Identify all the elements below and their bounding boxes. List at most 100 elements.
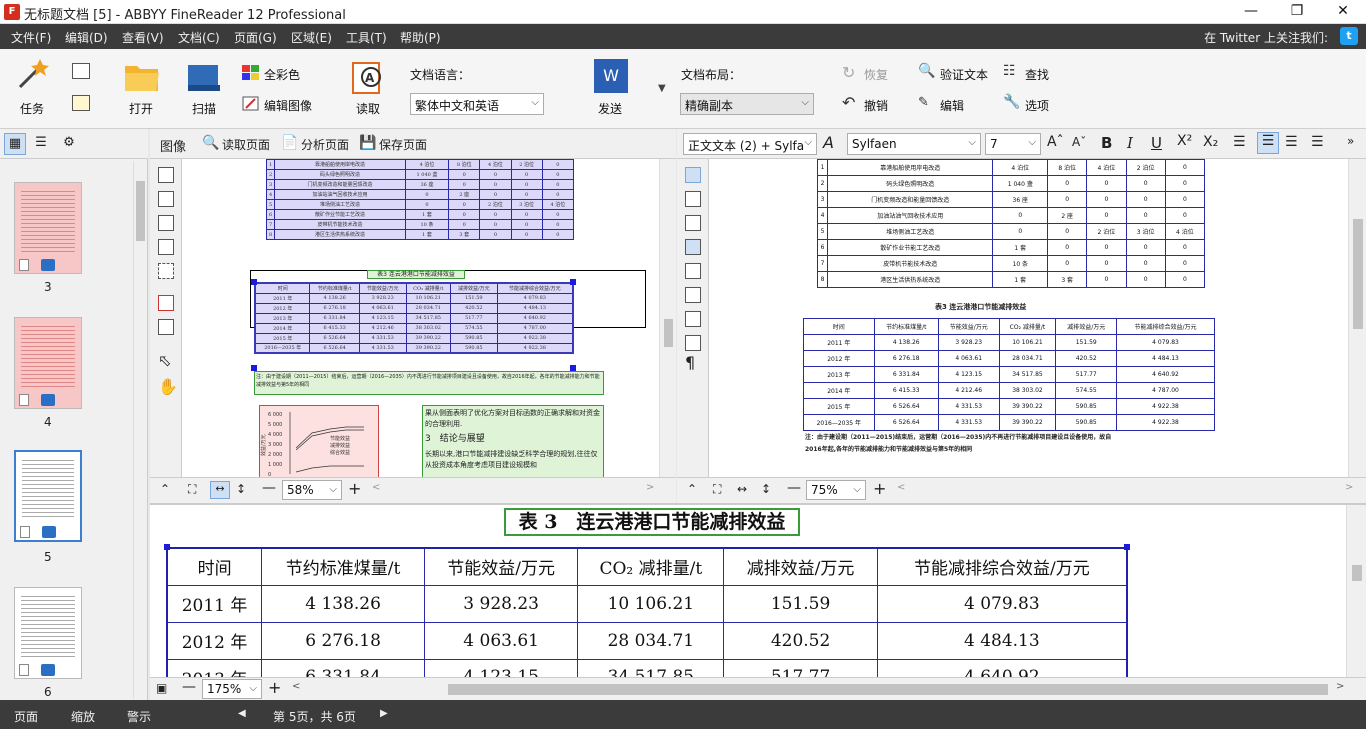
find-label[interactable]: 查找: [1025, 66, 1049, 83]
zoom-out-icon[interactable]: —: [182, 679, 196, 695]
text-area-icon[interactable]: [158, 167, 174, 183]
collapse-icon[interactable]: ⌃: [160, 482, 170, 496]
style-editor-icon[interactable]: A: [823, 133, 834, 152]
table-area-image[interactable]: 时间 节约标准煤量/t 节能效益/万元 CO₂ 减排量/t 减排效益/万元 节能减排综合效…: [254, 282, 574, 354]
bold-icon[interactable]: B: [1101, 134, 1112, 152]
warnings-tab[interactable]: 警示: [127, 708, 151, 725]
table-caption-area[interactable]: 表3 连云港港口节能减排效益: [367, 270, 465, 279]
scroll-left-icon[interactable]: <: [897, 482, 905, 493]
delete-area-icon[interactable]: [158, 295, 174, 311]
pointer-icon[interactable]: ⬁: [158, 351, 171, 370]
paragraph-area[interactable]: 果从侧面表明了优化方案对目标函数的正确求解和对资金的合理利用. 3 结论与展望 …: [422, 405, 604, 477]
edit-icon[interactable]: ✎: [918, 95, 929, 110]
image-scrollbar[interactable]: [659, 159, 676, 477]
verify-icon[interactable]: [685, 167, 701, 183]
undo-label[interactable]: 撤销: [864, 97, 888, 114]
horizontal-scroll-thumb[interactable]: [448, 684, 1328, 695]
list-icon[interactable]: [685, 335, 701, 351]
zoom-out-icon[interactable]: —: [787, 480, 801, 496]
menu-edit[interactable]: 编辑(D): [65, 29, 108, 46]
doc-language-select[interactable]: 繁体中文和英语 ⌵: [410, 93, 544, 115]
page-properties-icon[interactable]: ⚙: [58, 133, 80, 155]
resize-handle[interactable]: [570, 279, 576, 285]
text-scrollbar[interactable]: [1348, 159, 1366, 477]
return-icon[interactable]: [685, 215, 701, 231]
next-page-icon[interactable]: ▶: [380, 708, 388, 719]
read-icon[interactable]: A: [351, 61, 387, 95]
full-color-label[interactable]: 全彩色: [264, 66, 300, 83]
pilcrow-icon[interactable]: ¶: [685, 353, 695, 372]
menu-area[interactable]: 区域(E): [291, 29, 332, 46]
menu-view[interactable]: 查看(V): [122, 29, 164, 46]
find-icon[interactable]: ☷: [1003, 63, 1016, 79]
restore-button[interactable]: ❐: [1274, 0, 1320, 24]
align-center-icon[interactable]: ☰: [1257, 132, 1279, 154]
italic-icon[interactable]: I: [1127, 134, 1133, 152]
subscript-icon[interactable]: X₂: [1203, 134, 1218, 150]
collapse-icon[interactable]: ⌃: [687, 482, 697, 496]
resize-handle[interactable]: [570, 365, 576, 371]
options-label[interactable]: 选项: [1025, 97, 1049, 114]
hand-icon[interactable]: ✋: [158, 377, 178, 396]
read-page-icon[interactable]: 🔍: [202, 135, 219, 151]
save-page-icon[interactable]: 💾: [359, 135, 376, 151]
scroll-right-icon[interactable]: >: [1345, 482, 1353, 493]
zoom-panel-select[interactable]: 175% ⌵: [202, 679, 262, 699]
new-doc-icon[interactable]: [72, 95, 90, 111]
align-right-icon[interactable]: ☰: [1285, 134, 1298, 150]
zoom-window-icon[interactable]: ▣: [156, 681, 167, 695]
page-thumbnail[interactable]: [14, 317, 82, 409]
menu-document[interactable]: 文档(C): [178, 29, 220, 46]
superscript-icon[interactable]: X²: [1177, 133, 1192, 149]
edit-image-icon[interactable]: [242, 96, 260, 112]
background-area-icon[interactable]: [158, 263, 174, 279]
resize-handle[interactable]: [251, 365, 257, 371]
chart-picture-area[interactable]: 6 000 5 000 4 000 3 000 2 000 1 000 0 节能效益 减排效…: [259, 405, 379, 477]
analyze-page-button[interactable]: 分析页面: [301, 136, 349, 153]
search-replace-icon[interactable]: [685, 287, 701, 303]
barcode-area-icon[interactable]: [158, 239, 174, 255]
wrench-icon[interactable]: 🔧: [1003, 94, 1020, 110]
prev-page-icon[interactable]: ◀: [238, 708, 246, 719]
analyze-page-icon[interactable]: 📄: [281, 135, 298, 151]
grow-font-icon[interactable]: Aˆ: [1047, 134, 1064, 150]
align-left-icon[interactable]: ☰: [1233, 134, 1246, 150]
note-text-area[interactable]: 注：由于建设期（2011—2015）结束后，运营期（2016—2035）内不再进…: [254, 371, 604, 395]
page-thumbnail[interactable]: [14, 182, 82, 274]
save-page-button[interactable]: 保存页面: [379, 136, 427, 153]
order-areas-icon[interactable]: [158, 319, 174, 335]
picture-area-icon[interactable]: [158, 191, 174, 207]
close-button[interactable]: ✕: [1320, 0, 1366, 24]
minimize-button[interactable]: —: [1228, 0, 1274, 24]
redo-label[interactable]: 恢复: [864, 66, 888, 83]
pages-tab[interactable]: 页面: [14, 708, 38, 725]
scroll-right-icon[interactable]: >: [646, 482, 654, 493]
page-thumbnail-selected[interactable]: [14, 450, 82, 542]
new-page-icon[interactable]: [72, 63, 90, 79]
word-send-icon[interactable]: W: [594, 59, 628, 93]
image-zoom-select[interactable]: 58% ⌵: [282, 480, 342, 500]
fit-width-icon[interactable]: ↔: [737, 482, 747, 496]
zoom-scrollbar[interactable]: [1346, 505, 1366, 677]
fit-page-icon[interactable]: ⛶: [713, 482, 721, 497]
verify-text-label[interactable]: 验证文本: [940, 66, 988, 83]
zoom-in-icon[interactable]: +: [268, 678, 281, 697]
menu-tools[interactable]: 工具(T): [346, 29, 387, 46]
scroll-right-icon[interactable]: >: [1336, 681, 1344, 692]
text-zoom-select[interactable]: 75% ⌵: [806, 480, 866, 500]
zoom-table[interactable]: 时间 节约标准煤量/t 节能效益/万元 CO₂ 减排量/t 减排效益/万元 节能减排综合效…: [166, 547, 1128, 677]
thumbnail-scrollbar[interactable]: [133, 161, 146, 699]
redo-icon[interactable]: ↻: [842, 63, 855, 82]
format-icon[interactable]: [685, 311, 701, 327]
underline-icon[interactable]: U: [1151, 134, 1162, 152]
recognized-text-page[interactable]: 1 靠港船舶使用岸电改造 4 泊位 8 泊位 4 泊位 2 泊位 0 2 码头绿色照明改造 1 …: [710, 159, 1348, 477]
scroll-left-icon[interactable]: <: [292, 681, 300, 692]
thumbnails-view-icon[interactable]: ▦: [4, 133, 26, 155]
menu-file[interactable]: 文件(F): [11, 29, 51, 46]
zoom-table-caption[interactable]: 表 3 连云港港口节能减排效益: [504, 508, 800, 536]
page-thumbnail[interactable]: [14, 587, 82, 679]
layout-select[interactable]: 精确副本 ⌵: [680, 93, 814, 115]
read-page-button[interactable]: 读取页面: [222, 136, 270, 153]
menu-help[interactable]: 帮助(P): [400, 29, 441, 46]
style-select[interactable]: 正文文本 (2) + Sylfa ⌵: [683, 133, 817, 155]
